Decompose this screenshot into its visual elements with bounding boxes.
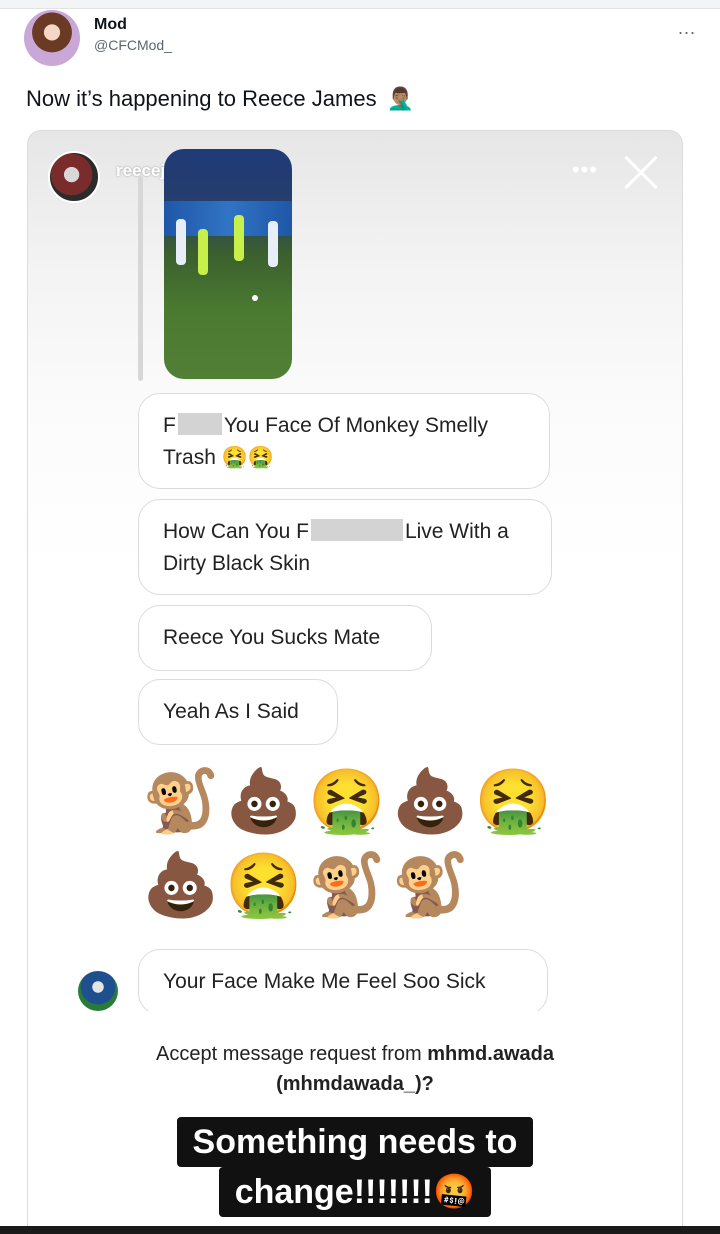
message-bubble: Reece You Sucks Mate: [138, 605, 432, 671]
message-request-text: Accept message request from mhmd.awada (…: [28, 1039, 682, 1099]
message-text: Trash 🤮🤮: [163, 446, 275, 469]
player-figure: [234, 215, 244, 261]
tweet-text: Now it’s happening to Reece James 🤦🏽‍♂️: [26, 86, 414, 112]
close-icon: [622, 153, 660, 191]
request-handle: (mhmdawada_)?: [276, 1073, 434, 1095]
message-text: Live With a: [404, 520, 509, 543]
request-prefix: Accept message request from: [156, 1043, 422, 1065]
message-text: Yeah As I Said: [163, 700, 299, 723]
author-handle[interactable]: @CFCMod_: [94, 37, 172, 53]
player-figure: [176, 219, 186, 265]
more-options-icon[interactable]: ...: [678, 18, 696, 39]
facepalm-emoji: 🤦🏽‍♂️: [386, 86, 415, 111]
message-bubble: Yeah As I Said: [138, 679, 338, 745]
story-thumbnail: [164, 149, 292, 379]
message-text: Reece You Sucks Mate: [163, 626, 381, 649]
message-text: Your Face Make Me Feel Soo Sick: [163, 970, 486, 993]
message-request-panel: Accept message request from mhmd.awada (…: [28, 1011, 682, 1131]
player-figure: [268, 221, 278, 267]
caption-text: Something needs to: [176, 1117, 534, 1167]
reply-indicator: [138, 176, 143, 381]
top-divider: [0, 0, 720, 9]
author-name[interactable]: Mod: [94, 16, 172, 34]
bottom-bar: [0, 1226, 720, 1234]
caption-line-1: Something needs to: [28, 1117, 682, 1167]
censor-block: [310, 519, 403, 541]
message-text: You Face Of Monkey Smelly: [223, 414, 488, 437]
caption-text: change!!!!!!!🤬: [218, 1167, 492, 1217]
football: [252, 295, 258, 301]
author-avatar[interactable]: [24, 10, 80, 66]
tweet-header: Mod @CFCMod_ ...: [24, 10, 696, 70]
message-bubble: Your Face Make Me Feel Soo Sick: [138, 949, 548, 1015]
message-text: How Can You F: [163, 520, 309, 543]
emoji-message: 🐒💩🤮💩🤮: [142, 767, 558, 836]
story-more-icon: •••: [571, 157, 598, 182]
story-avatar: [48, 151, 100, 203]
sender-avatar: [78, 971, 118, 1011]
caption-line-2: change!!!!!!!🤬: [28, 1167, 682, 1217]
censor-block: [177, 413, 222, 435]
emoji-message: 💩🤮🐒🐒: [142, 851, 475, 920]
request-name: mhmd.awada: [427, 1043, 554, 1065]
message-text: F: [163, 414, 176, 437]
tweet-text-body: Now it’s happening to Reece James: [26, 86, 377, 111]
message-bubble: F You Face Of Monkey Smelly Trash 🤮🤮: [138, 393, 550, 489]
message-bubble: How Can You F Live With a Dirty Black Ski…: [138, 499, 552, 595]
player-figure: [198, 229, 208, 275]
author-info[interactable]: Mod @CFCMod_: [94, 16, 172, 53]
message-text: Dirty Black Skin: [163, 552, 311, 575]
story-screenshot[interactable]: reecejames54s ••• FYou Face Of Monkey Sm…: [27, 130, 683, 1230]
